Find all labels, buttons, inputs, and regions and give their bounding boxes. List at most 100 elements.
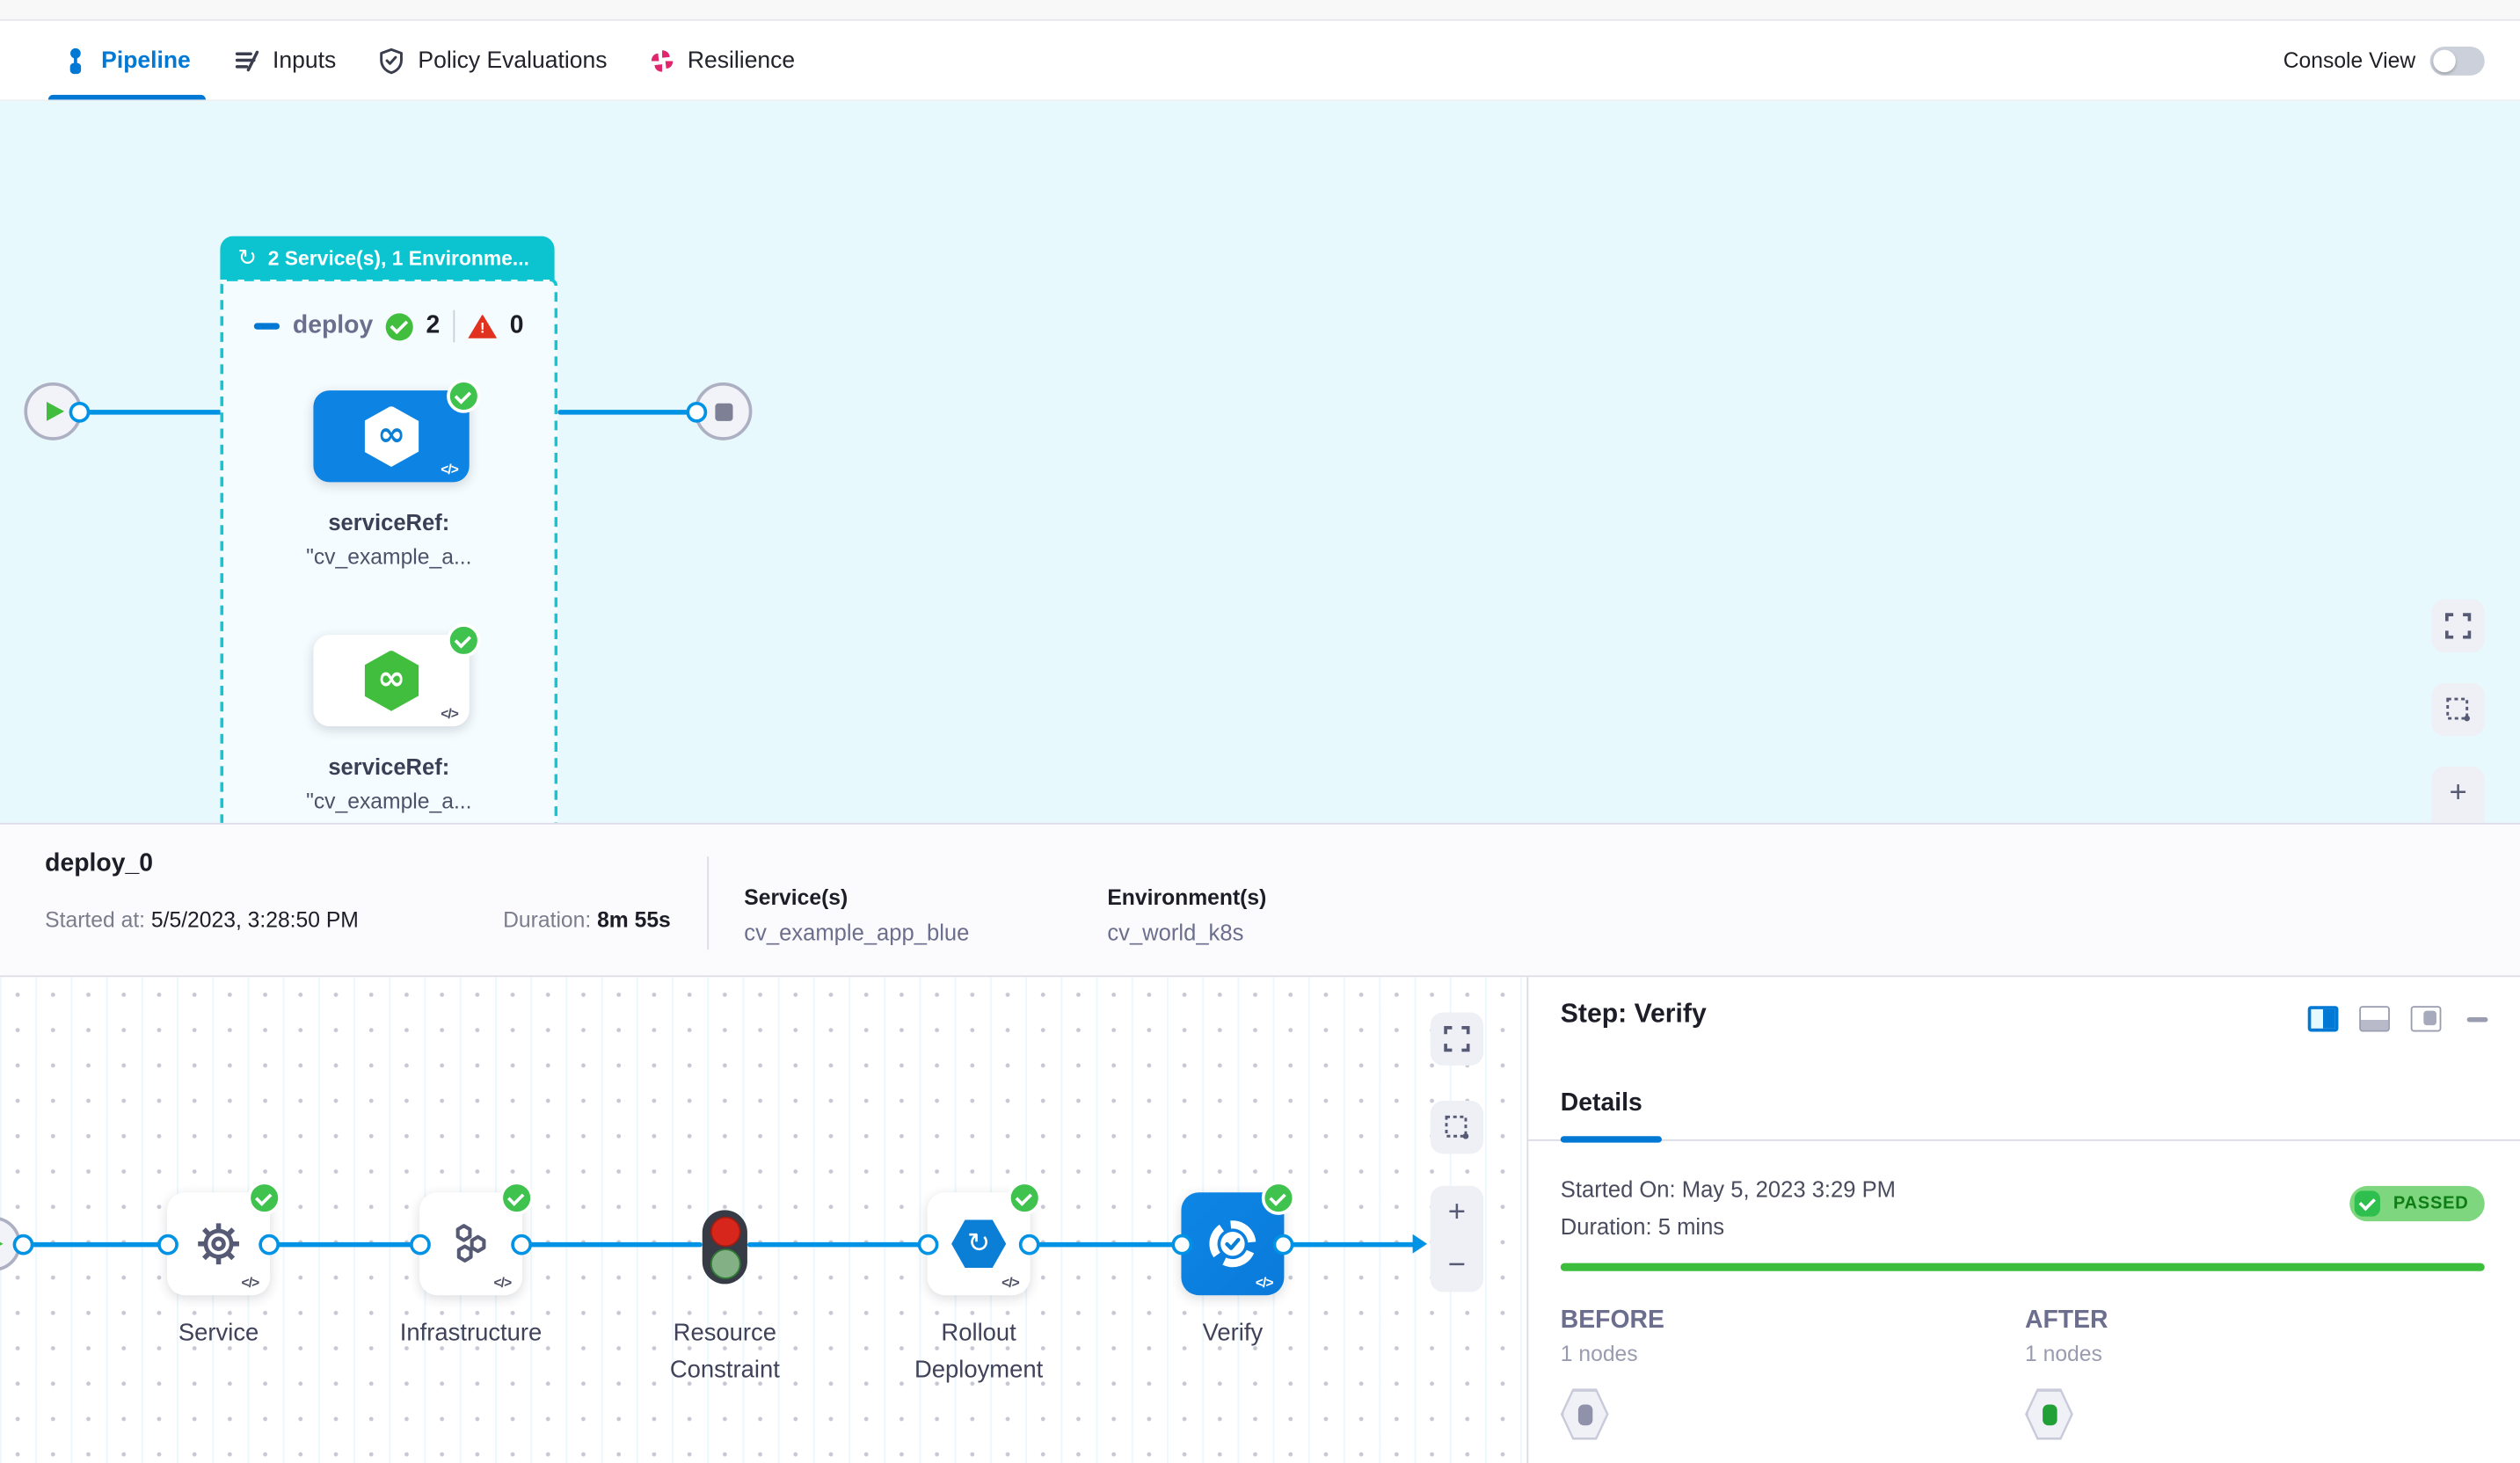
- layout-floating-panel-icon[interactable]: [2411, 1006, 2442, 1031]
- success-badge: [447, 379, 480, 412]
- edge: [1284, 1241, 1416, 1246]
- service-hexagon-icon: ∞: [364, 650, 419, 710]
- duration: Duration: 8m 55s: [503, 908, 671, 932]
- panel-title: Step: Verify: [1561, 1000, 1707, 1030]
- end-port: [686, 402, 707, 423]
- port: [259, 1234, 280, 1256]
- success-badge: [247, 1181, 280, 1214]
- bottom-split: </> Service </> Infrastructure: [0, 977, 2520, 1463]
- status-badge: PASSED: [2350, 1186, 2485, 1221]
- edge: [23, 1241, 168, 1246]
- after-heading: AFTER: [2025, 1307, 2108, 1336]
- stage-summary-bar: deploy_0 Started at: 5/5/2023, 3:28:50 P…: [0, 823, 2520, 977]
- marquee-select-button[interactable]: [2431, 683, 2484, 736]
- stage-graph-canvas[interactable]: ↻ 2 Service(s), 1 Environme... deploy 2 …: [0, 101, 2520, 823]
- layout-bottom-panel-icon[interactable]: [2359, 1006, 2390, 1031]
- tab-policy-evaluations[interactable]: Policy Evaluations: [357, 21, 628, 100]
- step-label-rollout-deployment: Rollout Deployment: [879, 1314, 1079, 1389]
- console-view-toggle[interactable]: [2430, 46, 2485, 75]
- edge: [747, 1241, 928, 1246]
- service-hexagon-icon: ∞: [364, 406, 419, 467]
- error-count: 0: [510, 312, 524, 341]
- services-heading: Service(s): [744, 885, 848, 909]
- service-node-green[interactable]: ∞ </>: [313, 635, 469, 726]
- divider: [1528, 1139, 2520, 1141]
- code-glyph: </>: [1001, 1274, 1019, 1290]
- play-icon: [47, 402, 64, 421]
- console-view: Console View: [2283, 21, 2520, 100]
- code-glyph: </>: [494, 1274, 512, 1290]
- rollout-hexagon-icon: ↻: [951, 1219, 1006, 1268]
- verify-icon: [1205, 1217, 1260, 1271]
- step-node-service[interactable]: </>: [167, 1192, 270, 1295]
- port: [1273, 1234, 1294, 1256]
- port: [1171, 1234, 1192, 1256]
- success-count-icon: [386, 313, 413, 340]
- code-glyph: </>: [1256, 1274, 1273, 1290]
- edge-stage-to-end: [557, 409, 696, 413]
- tabs: Pipeline Inputs Policy Evaluations Resil…: [0, 21, 816, 100]
- tab-inputs-label: Inputs: [273, 47, 336, 73]
- toggle-knob: [2433, 49, 2456, 72]
- step-node-resource-constraint[interactable]: [703, 1210, 747, 1284]
- before-node-hexagon[interactable]: [1561, 1388, 1609, 1439]
- divider: [707, 856, 709, 950]
- after-node-hexagon[interactable]: [2025, 1388, 2073, 1439]
- port: [13, 1234, 34, 1256]
- top-strip: [0, 0, 2520, 21]
- chaos-resilience-icon: [649, 47, 674, 73]
- success-badge: [499, 1181, 533, 1214]
- marquee-select-button[interactable]: [1431, 1101, 1483, 1154]
- collapse-icon[interactable]: [254, 324, 280, 329]
- tab-pipeline-label: Pipeline: [101, 47, 191, 73]
- tab-bar: Pipeline Inputs Policy Evaluations Resil…: [0, 21, 2520, 101]
- progress-bar: [1561, 1263, 2485, 1270]
- zoom-out-button[interactable]: −: [1431, 1239, 1483, 1292]
- fullscreen-button[interactable]: [2431, 600, 2484, 652]
- step-node-rollout-deployment[interactable]: ↻ </>: [928, 1192, 1031, 1295]
- execution-graph-canvas[interactable]: </> Service </> Infrastructure: [0, 977, 1526, 1463]
- stage-deploy-box[interactable]: deploy 2 ! 0 ∞ </> serviceRef: "cv_examp…: [220, 278, 557, 823]
- tab-resilience-label: Resilience: [688, 47, 795, 73]
- step-node-verify[interactable]: </>: [1181, 1192, 1284, 1295]
- stage-services-tag[interactable]: ↻ 2 Service(s), 1 Environme...: [220, 237, 554, 280]
- minimize-panel-icon[interactable]: [2467, 1017, 2488, 1022]
- service-ref-label: serviceRef: "cv_example_a...: [223, 509, 555, 569]
- edge: [522, 1241, 703, 1246]
- services-value: cv_example_app_blue: [744, 920, 969, 945]
- start-port: [69, 402, 91, 423]
- tab-pipeline[interactable]: Pipeline: [42, 21, 212, 100]
- divider: [453, 310, 455, 343]
- service-node-blue[interactable]: ∞ </>: [313, 390, 469, 482]
- loop-icon: ↻: [238, 247, 257, 270]
- tab-resilience[interactable]: Resilience: [628, 21, 816, 100]
- inputs-icon: [232, 47, 259, 74]
- before-heading: BEFORE: [1561, 1307, 1664, 1336]
- tab-details[interactable]: Details: [1561, 1089, 1642, 1118]
- gear-icon: [194, 1219, 243, 1268]
- edge-arrowhead: [1413, 1234, 1427, 1254]
- stage-tag-label: 2 Service(s), 1 Environme...: [268, 247, 529, 270]
- after-node-count: 1 nodes: [2025, 1342, 2102, 1365]
- shield-check-icon: [378, 46, 405, 75]
- zoom-controls: + −: [2431, 767, 2484, 823]
- step-label-infrastructure: Infrastructure: [371, 1314, 571, 1351]
- hexagons-icon: [447, 1219, 495, 1268]
- zoom-in-button[interactable]: +: [2431, 767, 2484, 819]
- success-badge: [447, 623, 480, 657]
- stage-name: deploy: [293, 312, 373, 341]
- step-node-infrastructure[interactable]: </>: [419, 1192, 522, 1295]
- zoom-in-button[interactable]: +: [1431, 1186, 1483, 1239]
- port: [918, 1234, 939, 1256]
- fullscreen-button[interactable]: [1431, 1013, 1483, 1066]
- step-label-service: Service: [119, 1314, 318, 1351]
- port: [157, 1234, 178, 1256]
- service-ref-label: serviceRef: "cv_example_a...: [223, 753, 555, 813]
- zoom-controls: + −: [1431, 1186, 1483, 1292]
- tab-inputs[interactable]: Inputs: [212, 21, 357, 100]
- layout-right-panel-icon[interactable]: [2308, 1006, 2339, 1031]
- port: [1019, 1234, 1040, 1256]
- environments-value: cv_world_k8s: [1107, 920, 1243, 945]
- edge: [270, 1241, 419, 1246]
- traffic-red-light: [710, 1216, 740, 1247]
